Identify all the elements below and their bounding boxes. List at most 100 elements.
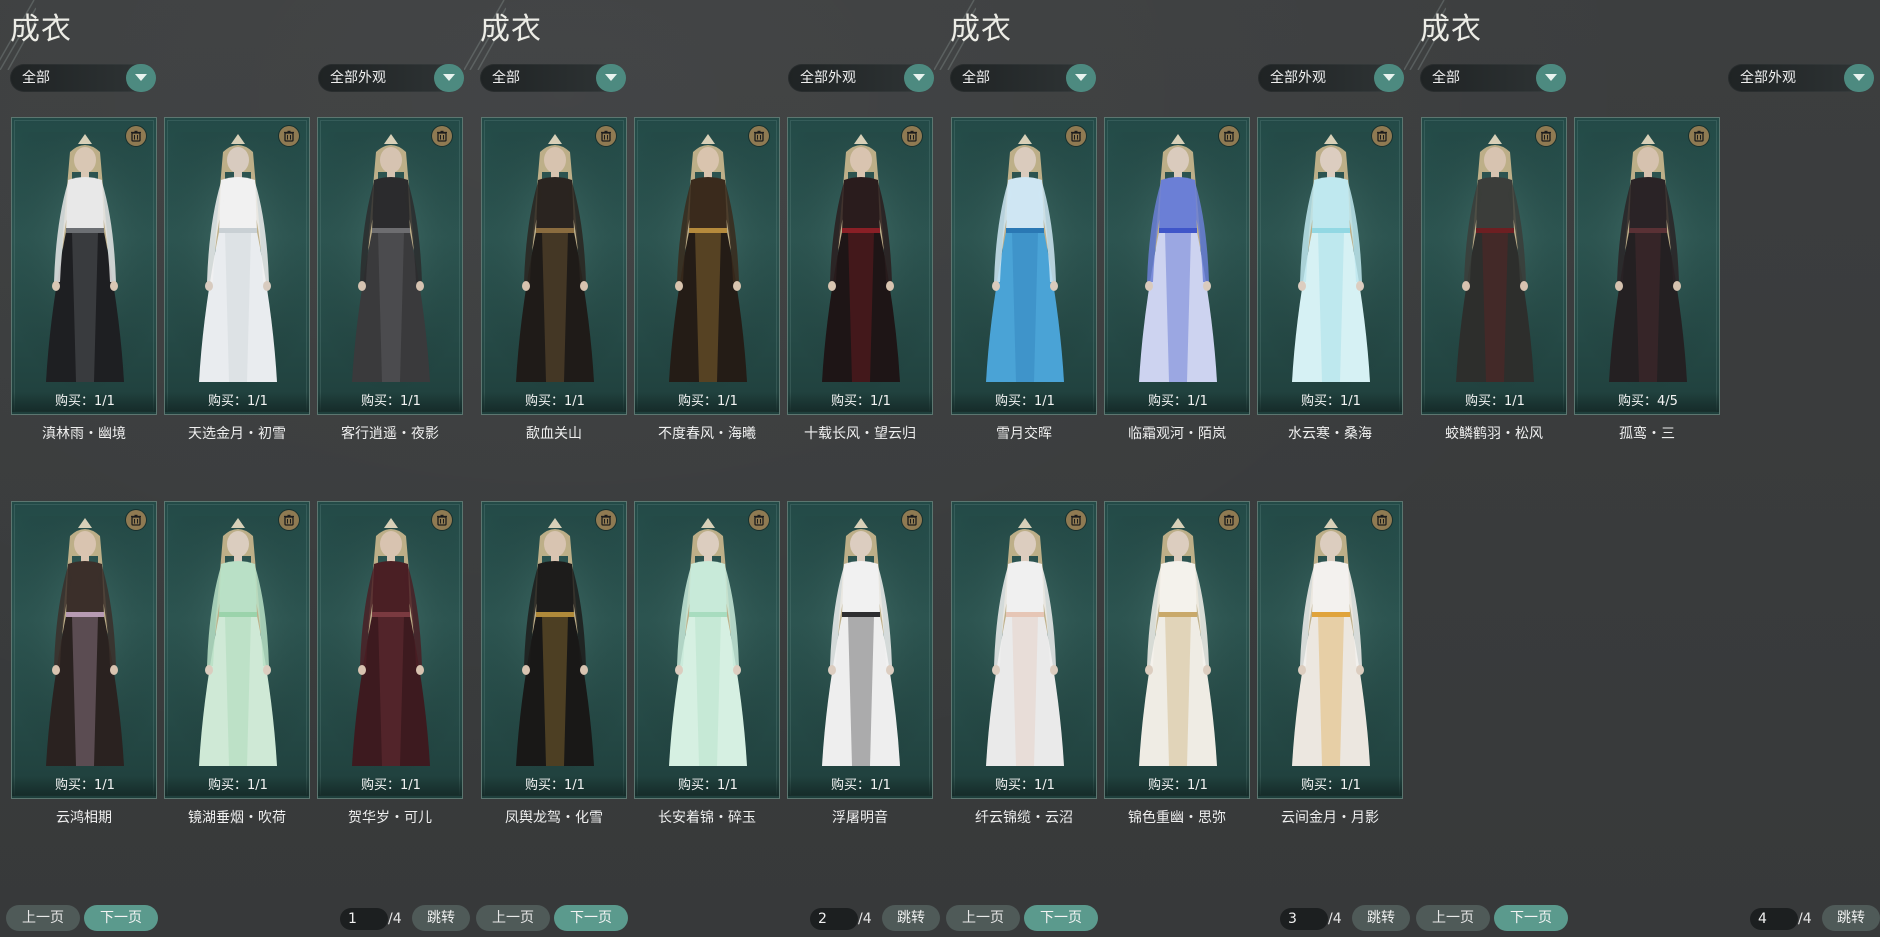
outfit-card[interactable]: 购买：1/1 bbox=[164, 117, 310, 415]
outfit-card[interactable]: 购买：1/1 bbox=[1257, 117, 1403, 415]
chevron-down-icon[interactable] bbox=[1844, 64, 1874, 92]
trash-icon[interactable] bbox=[126, 126, 146, 146]
panel-title: 成衣 bbox=[950, 12, 1012, 47]
chevron-down-icon[interactable] bbox=[904, 64, 934, 92]
outfit-card[interactable]: 购买：1/1 bbox=[1104, 501, 1250, 799]
jump-page-button[interactable]: 跳转 bbox=[882, 905, 940, 931]
trash-icon[interactable] bbox=[1536, 126, 1556, 146]
page-number-input[interactable] bbox=[810, 908, 858, 930]
trash-icon[interactable] bbox=[902, 126, 922, 146]
appearance-filter-dropdown[interactable]: 全部外观 bbox=[1728, 64, 1874, 92]
page-number-input[interactable] bbox=[1750, 908, 1798, 930]
outfit-name: 雪月交晖 bbox=[996, 426, 1052, 442]
outfit-preview-image bbox=[635, 516, 779, 778]
outfit-card[interactable]: 购买：1/1 bbox=[1104, 117, 1250, 415]
outfit-name: 歃血关山 bbox=[526, 426, 582, 442]
chevron-down-icon[interactable] bbox=[1374, 64, 1404, 92]
outfit-card[interactable]: 购买：1/1 bbox=[481, 117, 627, 415]
category-dropdown[interactable]: 全部 bbox=[950, 64, 1096, 92]
trash-icon[interactable] bbox=[126, 510, 146, 530]
panel-title: 成衣 bbox=[1420, 12, 1482, 47]
next-page-button[interactable]: 下一页 bbox=[1494, 905, 1568, 931]
trash-icon[interactable] bbox=[1066, 510, 1086, 530]
category-dropdown[interactable]: 全部 bbox=[480, 64, 626, 92]
purchase-count: 购买：1/1 bbox=[1258, 392, 1402, 412]
trash-icon[interactable] bbox=[1219, 126, 1239, 146]
jump-page-button[interactable]: 跳转 bbox=[412, 905, 470, 931]
trash-icon[interactable] bbox=[1372, 510, 1392, 530]
page-number-input[interactable] bbox=[340, 908, 388, 930]
appearance-filter-value: 全部外观 bbox=[1740, 70, 1796, 86]
category-dropdown[interactable]: 全部 bbox=[1420, 64, 1566, 92]
prev-page-button[interactable]: 上一页 bbox=[6, 905, 80, 931]
trash-icon[interactable] bbox=[902, 510, 922, 530]
prev-page-button[interactable]: 上一页 bbox=[476, 905, 550, 931]
category-dropdown[interactable]: 全部 bbox=[10, 64, 156, 92]
next-page-button[interactable]: 下一页 bbox=[84, 905, 158, 931]
purchase-count: 购买：1/1 bbox=[165, 776, 309, 796]
outfit-name: 浮屠明音 bbox=[832, 810, 888, 826]
purchase-count: 购买：1/1 bbox=[635, 392, 779, 412]
prev-page-button[interactable]: 上一页 bbox=[946, 905, 1020, 931]
outfit-preview-image bbox=[1575, 132, 1719, 394]
outfit-card[interactable]: 购买：1/1 bbox=[317, 117, 463, 415]
outfit-card[interactable]: 购买：1/1 bbox=[787, 501, 933, 799]
prev-page-button[interactable]: 上一页 bbox=[1416, 905, 1490, 931]
purchase-count: 购买：1/1 bbox=[952, 776, 1096, 796]
trash-icon[interactable] bbox=[749, 126, 769, 146]
outfit-preview-image bbox=[165, 132, 309, 394]
trash-icon[interactable] bbox=[279, 126, 299, 146]
outfit-card[interactable]: 购买：1/1 bbox=[634, 117, 780, 415]
trash-icon[interactable] bbox=[1372, 126, 1392, 146]
appearance-filter-dropdown[interactable]: 全部外观 bbox=[788, 64, 934, 92]
outfit-card[interactable]: 购买：1/1 bbox=[951, 501, 1097, 799]
trash-icon[interactable] bbox=[1689, 126, 1709, 146]
outfit-card[interactable]: 购买：1/1 bbox=[11, 117, 157, 415]
outfit-card[interactable]: 购买：1/1 bbox=[634, 501, 780, 799]
outfit-card[interactable]: 购买：1/1 bbox=[1257, 501, 1403, 799]
outfit-name: 滇林雨・幽境 bbox=[42, 426, 126, 442]
outfit-preview-image bbox=[1105, 132, 1249, 394]
outfit-name: 不度春风・海曦 bbox=[658, 426, 756, 442]
purchase-count: 购买：1/1 bbox=[1105, 776, 1249, 796]
trash-icon[interactable] bbox=[432, 510, 452, 530]
outfit-name: 客行逍遥・夜影 bbox=[341, 426, 439, 442]
purchase-count: 购买：1/1 bbox=[165, 392, 309, 412]
outfit-card[interactable]: 购买：1/1 bbox=[787, 117, 933, 415]
appearance-filter-value: 全部外观 bbox=[800, 70, 856, 86]
next-page-button[interactable]: 下一页 bbox=[554, 905, 628, 931]
trash-icon[interactable] bbox=[596, 126, 616, 146]
outfit-card[interactable]: 购买：1/1 bbox=[951, 117, 1097, 415]
purchase-count: 购买：1/1 bbox=[318, 392, 462, 412]
outfit-preview-image bbox=[788, 516, 932, 778]
outfit-card[interactable]: 购买：4/5 bbox=[1574, 117, 1720, 415]
outfit-card[interactable]: 购买：1/1 bbox=[164, 501, 310, 799]
page-total: /4 bbox=[1798, 911, 1812, 927]
outfit-card[interactable]: 购买：1/1 bbox=[11, 501, 157, 799]
next-page-button[interactable]: 下一页 bbox=[1024, 905, 1098, 931]
outfit-name: 凤舆龙驾・化雪 bbox=[505, 810, 603, 826]
jump-page-button[interactable]: 跳转 bbox=[1822, 905, 1880, 931]
outfit-name: 纤云锦缆・云沼 bbox=[975, 810, 1073, 826]
chevron-down-icon[interactable] bbox=[1536, 64, 1566, 92]
trash-icon[interactable] bbox=[1219, 510, 1239, 530]
jump-page-button[interactable]: 跳转 bbox=[1352, 905, 1410, 931]
trash-icon[interactable] bbox=[432, 126, 452, 146]
outfit-preview-image bbox=[1258, 132, 1402, 394]
chevron-down-icon[interactable] bbox=[434, 64, 464, 92]
page-number-input[interactable] bbox=[1280, 908, 1328, 930]
chevron-down-icon[interactable] bbox=[126, 64, 156, 92]
outfit-preview-image bbox=[482, 516, 626, 778]
trash-icon[interactable] bbox=[1066, 126, 1086, 146]
trash-icon[interactable] bbox=[749, 510, 769, 530]
trash-icon[interactable] bbox=[279, 510, 299, 530]
outfit-card[interactable]: 购买：1/1 bbox=[481, 501, 627, 799]
trash-icon[interactable] bbox=[596, 510, 616, 530]
chevron-down-icon[interactable] bbox=[1066, 64, 1096, 92]
chevron-down-icon[interactable] bbox=[596, 64, 626, 92]
appearance-filter-dropdown[interactable]: 全部外观 bbox=[318, 64, 464, 92]
outfit-card[interactable]: 购买：1/1 bbox=[1421, 117, 1567, 415]
outfit-card[interactable]: 购买：1/1 bbox=[317, 501, 463, 799]
purchase-count: 购买：1/1 bbox=[12, 776, 156, 796]
appearance-filter-dropdown[interactable]: 全部外观 bbox=[1258, 64, 1404, 92]
